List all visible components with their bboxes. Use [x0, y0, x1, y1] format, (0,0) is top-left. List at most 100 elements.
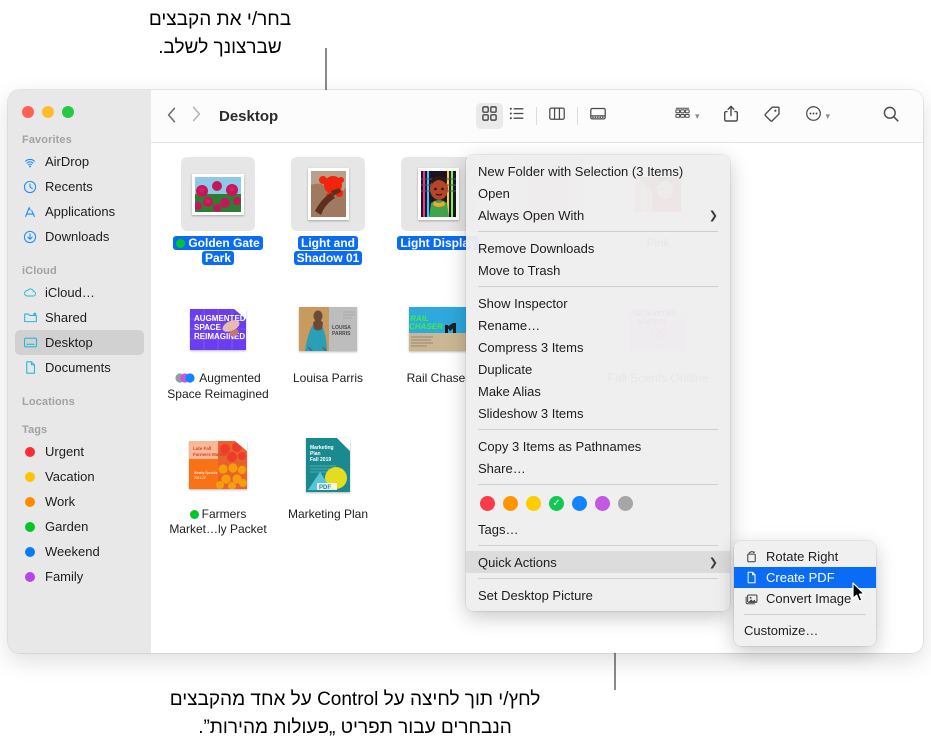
- sidebar-item-icloud[interactable]: iCloud…: [15, 280, 144, 305]
- menu-item-quick-actions[interactable]: Quick Actions ❯: [466, 551, 730, 573]
- column-view-button[interactable]: [543, 103, 571, 129]
- sidebar-item-shared[interactable]: Shared: [15, 305, 144, 330]
- sidebar-item-documents[interactable]: Documents: [15, 355, 144, 380]
- submenu-item-label: Convert Image: [766, 591, 852, 606]
- tag-dot-icon: [22, 544, 38, 560]
- file-thumbnail: [291, 157, 365, 231]
- menu-item-label: Copy 3 Items as Pathnames: [478, 438, 642, 454]
- sidebar-item-desktop[interactable]: Desktop: [15, 330, 144, 355]
- group-by-button[interactable]: ▾: [668, 103, 705, 129]
- menu-item-label: Tags…: [478, 521, 519, 537]
- gallery-view-button[interactable]: [584, 103, 612, 129]
- nav-buttons[interactable]: [167, 106, 201, 127]
- file-item-farmers-market-packet[interactable]: Late Fall Farmers Market Weekly Specials…: [163, 424, 273, 537]
- menu-item-make-alias[interactable]: Make Alias: [466, 380, 730, 402]
- file-item-marketing-plan[interactable]: Marketing Plan Fall 2019 PDF Marketing P…: [273, 424, 383, 537]
- sidebar-tag-urgent[interactable]: Urgent: [15, 439, 144, 464]
- sidebar-tag-work[interactable]: Work: [15, 489, 144, 514]
- file-thumbnail: [181, 157, 255, 231]
- gallery-view-icon: [589, 105, 607, 127]
- submenu-item-label: Rotate Right: [766, 549, 839, 564]
- file-item-louisa-parris[interactable]: LOUISA PARRIS Louisa Parris: [273, 288, 383, 402]
- sidebar-item-recents[interactable]: Recents: [15, 174, 144, 199]
- svg-text:CHASER: CHASER: [409, 322, 444, 331]
- file-label: Light and Shadow 01: [276, 236, 380, 266]
- sidebar-group-icloud: iCloud: [22, 265, 57, 277]
- menu-item-label: Share…: [478, 460, 526, 476]
- menu-item-duplicate[interactable]: Duplicate: [466, 358, 730, 380]
- grid-view-button[interactable]: [475, 103, 503, 129]
- sidebar-item-label: Shared: [45, 310, 87, 325]
- menu-item-label: Always Open With: [478, 207, 585, 223]
- tag-color-row[interactable]: ✓: [466, 490, 730, 518]
- more-actions-button[interactable]: ▾: [800, 103, 835, 129]
- menu-item-tags[interactable]: Tags…: [466, 518, 730, 540]
- submenu-item-customize[interactable]: Customize…: [734, 620, 876, 641]
- menu-item-remove-downloads[interactable]: Remove Downloads: [466, 237, 730, 259]
- menu-item-new-folder-with-selection[interactable]: New Folder with Selection (3 Items): [466, 160, 730, 182]
- clock-icon: [22, 179, 38, 195]
- menu-item-label: Open: [478, 185, 510, 201]
- submenu-item-rotate-right[interactable]: Rotate Right: [734, 546, 876, 567]
- search-button[interactable]: [877, 103, 905, 129]
- tag-color-green[interactable]: ✓: [549, 496, 564, 511]
- sidebar-tag-family[interactable]: Family: [15, 564, 144, 589]
- multi-tag-icon: [175, 372, 197, 387]
- menu-item-label: Make Alias: [478, 383, 541, 399]
- share-button[interactable]: [718, 103, 744, 129]
- menu-item-slideshow[interactable]: Slideshow 3 Items: [466, 402, 730, 424]
- minimize-button[interactable]: [42, 106, 54, 118]
- tag-color-yellow[interactable]: [526, 496, 541, 511]
- menu-item-label: Move to Trash: [478, 262, 561, 278]
- menu-item-compress[interactable]: Compress 3 Items: [466, 336, 730, 358]
- convert-image-icon: [744, 592, 759, 605]
- sidebar-tag-vacation[interactable]: Vacation: [15, 464, 144, 489]
- file-label: Golden Gate Park: [166, 236, 270, 266]
- window-controls[interactable]: [8, 90, 151, 118]
- menu-item-copy-as-pathnames[interactable]: Copy 3 Items as Pathnames: [466, 435, 730, 457]
- back-button[interactable]: [167, 106, 176, 127]
- rotate-right-icon: [744, 550, 759, 563]
- menu-item-set-desktop-picture[interactable]: Set Desktop Picture: [466, 584, 730, 606]
- sidebar-tag-garden[interactable]: Garden: [15, 514, 144, 539]
- list-view-button[interactable]: [503, 103, 530, 129]
- menu-item-show-inspector[interactable]: Show Inspector: [466, 292, 730, 314]
- svg-text:Late Fall: Late Fall: [193, 446, 211, 451]
- menu-item-label: Quick Actions: [478, 554, 557, 570]
- close-button[interactable]: [22, 106, 34, 118]
- file-thumbnail: Late Fall Farmers Market Weekly Specials…: [181, 428, 255, 502]
- menu-item-label: Set Desktop Picture: [478, 587, 593, 603]
- tag-color-orange[interactable]: [503, 496, 518, 511]
- tag-button[interactable]: [758, 103, 786, 129]
- tag-dot-icon: [22, 494, 38, 510]
- forward-button[interactable]: [192, 106, 201, 127]
- sidebar-item-applications[interactable]: Applications: [15, 199, 144, 224]
- menu-item-label: Duplicate: [478, 361, 533, 377]
- pdf-icon: [744, 571, 759, 584]
- more-actions-icon: [805, 105, 822, 127]
- menu-item-move-to-trash[interactable]: Move to Trash: [466, 259, 730, 281]
- tag-color-red[interactable]: [480, 496, 495, 511]
- sidebar-item-label: Documents: [45, 360, 111, 375]
- sidebar-tag-weekend[interactable]: Weekend: [15, 539, 144, 564]
- menu-item-rename[interactable]: Rename…: [466, 314, 730, 336]
- menu-item-open[interactable]: Open: [466, 182, 730, 204]
- submenu-separator: [744, 614, 866, 615]
- sidebar-item-downloads[interactable]: Downloads: [15, 224, 144, 249]
- tag-color-gray[interactable]: [618, 496, 633, 511]
- file-item-golden-gate-park[interactable]: Golden Gate Park: [163, 153, 273, 266]
- zoom-button[interactable]: [62, 106, 74, 118]
- tag-color-blue[interactable]: [572, 496, 587, 511]
- file-item-light-and-shadow-01[interactable]: Light and Shadow 01: [273, 153, 383, 266]
- menu-item-share[interactable]: Share…: [466, 457, 730, 479]
- context-menu: New Folder with Selection (3 Items) Open…: [466, 155, 730, 611]
- menu-item-label: Show Inspector: [478, 295, 568, 311]
- desktop-icon: [22, 335, 38, 351]
- menu-item-always-open-with[interactable]: Always Open With ❯: [466, 204, 730, 226]
- tag-color-purple[interactable]: [595, 496, 610, 511]
- sidebar-item-airdrop[interactable]: AirDrop: [15, 149, 144, 174]
- menu-separator: [478, 429, 718, 430]
- sidebar-item-label: Desktop: [45, 335, 93, 350]
- file-item-augmented-space-reimagined[interactable]: AUGMENTED SPACE REIMAGINED Augmented Spa…: [163, 288, 273, 402]
- mouse-cursor: [852, 582, 867, 609]
